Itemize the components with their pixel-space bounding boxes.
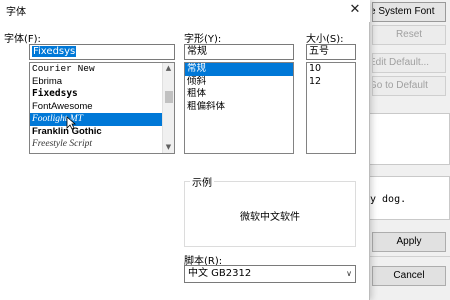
font-family-scrollbar[interactable]: ▲ ▼ xyxy=(162,63,174,153)
list-item[interactable]: 10 xyxy=(307,63,355,76)
font-dialog: 字体 ✕ 字体(F): Fixedsys Courier New Ebrima … xyxy=(0,0,370,300)
go-to-default-button[interactable]: Go to Default xyxy=(372,76,446,96)
list-item[interactable]: FontAwesome xyxy=(30,101,174,114)
list-item[interactable]: Freestyle Script xyxy=(30,138,174,151)
sample-text: 微软中文软件 xyxy=(240,212,300,223)
apply-button[interactable]: Apply xyxy=(372,232,446,252)
list-item[interactable]: Footlight MT xyxy=(30,113,174,126)
font-style-input[interactable]: 常规 xyxy=(184,44,294,60)
font-preview-text: y dog. xyxy=(370,194,407,205)
script-select[interactable]: 中文 GB2312 ∨ xyxy=(184,265,356,283)
cancel-button[interactable]: Cancel xyxy=(372,266,446,286)
use-system-font-button[interactable]: se System Font xyxy=(372,2,446,22)
mouse-cursor-icon xyxy=(66,116,76,130)
edit-default-button[interactable]: Edit Default... xyxy=(372,53,446,73)
font-family-value: Fixedsys xyxy=(32,46,77,57)
list-item[interactable]: Ebrima xyxy=(30,76,174,89)
list-item[interactable]: Courier New xyxy=(30,63,174,76)
font-family-label: 字体(F): xyxy=(4,34,41,45)
size-value: 五号 xyxy=(309,46,329,57)
size-input[interactable]: 五号 xyxy=(306,44,356,60)
list-item[interactable]: 常规 xyxy=(185,63,293,76)
list-item[interactable]: 粗体 xyxy=(185,88,293,101)
dialog-titlebar: 字体 ✕ xyxy=(0,0,370,22)
description-area xyxy=(368,113,450,165)
dialog-title: 字体 xyxy=(6,7,26,18)
divider xyxy=(368,256,450,257)
list-item[interactable]: 12 xyxy=(307,76,355,89)
scroll-down-icon[interactable]: ▼ xyxy=(163,142,174,153)
font-style-label: 字形(Y): xyxy=(184,34,222,45)
font-style-value: 常规 xyxy=(187,46,207,57)
list-item[interactable]: 粗偏斜体 xyxy=(185,101,293,114)
scroll-up-icon[interactable]: ▲ xyxy=(163,63,174,74)
scroll-thumb[interactable] xyxy=(165,91,173,103)
sample-label: 示例 xyxy=(190,174,214,189)
script-value: 中文 GB2312 xyxy=(188,268,252,279)
reset-button[interactable]: Reset xyxy=(372,25,446,45)
font-style-list[interactable]: 常规 倾斜 粗体 粗偏斜体 xyxy=(184,62,294,154)
font-family-input[interactable]: Fixedsys xyxy=(29,44,175,60)
list-item[interactable]: Fixedsys xyxy=(30,88,174,101)
list-item[interactable]: 倾斜 xyxy=(185,76,293,89)
list-item[interactable]: Franklin Gothic xyxy=(30,126,174,139)
chevron-down-icon[interactable]: ∨ xyxy=(346,266,352,282)
size-label: 大小(S): xyxy=(306,34,344,45)
close-icon[interactable]: ✕ xyxy=(347,2,363,18)
font-family-list[interactable]: Courier New Ebrima Fixedsys FontAwesome … xyxy=(29,62,175,154)
size-list[interactable]: 10 12 xyxy=(306,62,356,154)
